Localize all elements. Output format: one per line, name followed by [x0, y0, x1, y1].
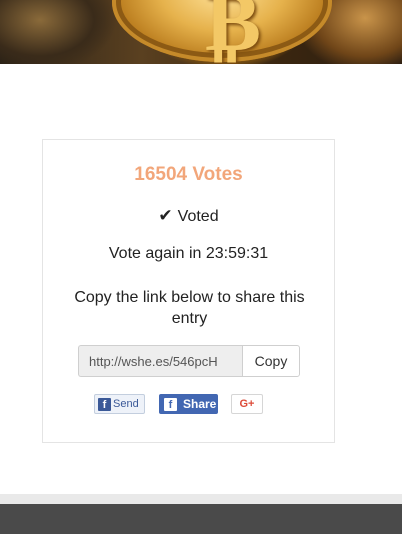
facebook-send-label: Send [113, 398, 139, 410]
facebook-share-label: Share [183, 397, 217, 411]
share-link-group: Copy [78, 345, 300, 377]
facebook-icon: f [98, 397, 111, 411]
facebook-icon: f [164, 397, 177, 411]
google-plus-button[interactable]: G+ [231, 394, 263, 414]
share-prompt: Copy the link below to share this entry [74, 289, 305, 327]
section-divider [0, 494, 402, 504]
vote-count: 16504 Votes [134, 164, 243, 185]
facebook-share-button[interactable]: f Share [159, 394, 218, 414]
check-icon: ✔ [158, 206, 173, 225]
bitcoin-symbol-icon: ₿ [205, 0, 262, 64]
share-link-input[interactable] [78, 345, 242, 377]
copy-button[interactable]: Copy [242, 345, 300, 377]
header-banner-image: ₿ [0, 0, 402, 64]
vote-again-timer: Vote again in 23:59:31 [108, 245, 269, 262]
voted-status: ✔ Voted [43, 206, 334, 226]
facebook-send-button[interactable]: f Send [94, 394, 145, 414]
voted-label: Voted [177, 208, 219, 225]
footer [0, 504, 402, 534]
vote-card: 16504 Votes ✔ Voted Vote again in 23:59:3… [42, 139, 335, 443]
